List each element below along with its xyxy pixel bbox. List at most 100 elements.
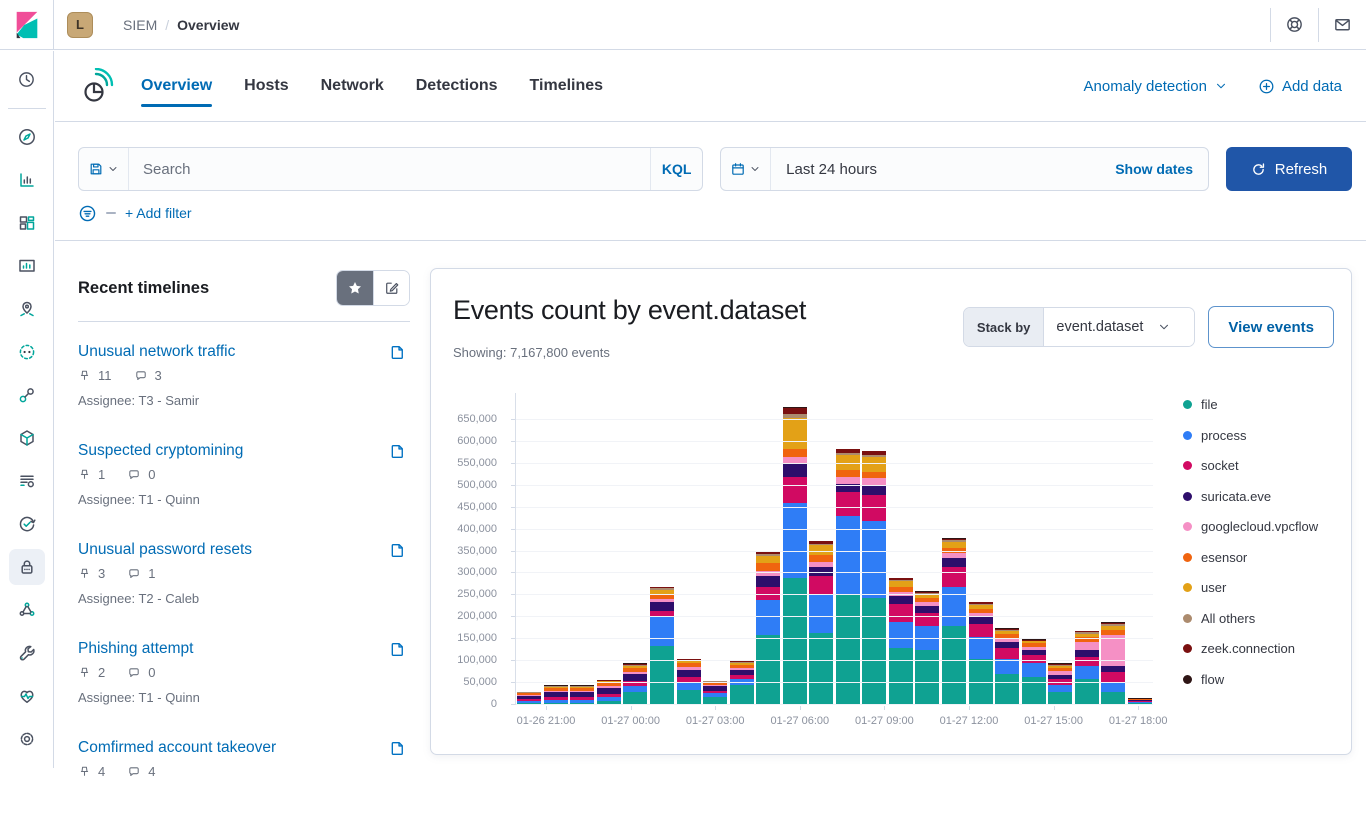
legend-item-file[interactable]: file [1183,397,1318,412]
tab-timelines[interactable]: Timelines [530,51,604,121]
sidebar-item-apm[interactable] [9,592,45,628]
sidebar-item-visualize[interactable] [9,162,45,198]
bar-01-27-19-00[interactable] [1127,393,1154,705]
stack-by-select[interactable]: event.dataset [1044,308,1194,346]
timeline-link[interactable]: Unusual password resets [78,541,252,559]
sidebar-item-dev-tools[interactable] [9,635,45,671]
add-data-button[interactable]: Add data [1258,78,1342,95]
bar-01-27-14-00[interactable] [994,393,1021,705]
legend-item-zeek.connection[interactable]: zeek.connection [1183,641,1318,656]
chart-plot[interactable] [515,393,1153,705]
bar-01-27-15-00[interactable] [1020,393,1047,705]
sidebar-item-discover[interactable] [9,119,45,155]
bar-01-26-22-00[interactable] [569,393,596,705]
date-picker: Last 24 hours Show dates [720,147,1209,191]
filter-icon[interactable] [78,204,97,223]
newsfeed-button[interactable] [1318,8,1366,42]
sidebar-item-canvas[interactable] [9,248,45,284]
bar-01-27-05-00[interactable] [755,393,782,705]
bar-segment-esensor [783,449,807,458]
bar-segment-suricata.eve [862,485,886,495]
sidebar-item-logs[interactable] [9,463,45,499]
legend-item-suricata.eve[interactable]: suricata.eve [1183,489,1318,504]
anomaly-detection-dropdown[interactable]: Anomaly detection [1084,78,1228,95]
bar-01-26-20-00[interactable] [516,393,543,705]
edit-timelines-button[interactable] [373,271,409,305]
bar-01-27-06-00[interactable] [781,393,808,705]
bar-01-27-02-00[interactable] [675,393,702,705]
bar-01-27-07-00[interactable] [808,393,835,705]
bar-01-27-08-00[interactable] [835,393,862,705]
bar-01-27-09-00[interactable] [861,393,888,705]
legend-item-esensor[interactable]: esensor [1183,550,1318,565]
bar-01-27-11-00[interactable] [914,393,941,705]
bar-01-27-12-00[interactable] [941,393,968,705]
axis-tick [511,594,515,595]
bar-01-27-13-00[interactable] [967,393,994,705]
notes-doc-icon[interactable] [389,443,406,460]
nav-divider [8,108,46,109]
bar-01-27-18-00[interactable] [1100,393,1127,705]
sidebar-item-siem[interactable] [9,549,45,585]
timeline-link[interactable]: Comfirmed account takeover [78,739,276,757]
quick-ranges-button[interactable] [721,148,771,190]
tab-overview[interactable]: Overview [141,51,212,121]
sidebar-item-recently-viewed[interactable] [9,61,45,97]
legend-dot [1183,492,1192,501]
bar-01-27-16-00[interactable] [1047,393,1074,705]
bar-01-27-04-00[interactable] [728,393,755,705]
notes-doc-icon[interactable] [389,542,406,559]
sidebar-item-dashboard[interactable] [9,205,45,241]
sidebar-item-uptime[interactable] [9,506,45,542]
sidebar-item-maps[interactable] [9,291,45,327]
timeline-link[interactable]: Unusual network traffic [78,343,235,361]
y-axis-label: 350,000 [431,545,497,557]
tab-hosts[interactable]: Hosts [244,51,288,121]
tab-network[interactable]: Network [321,51,384,121]
timeline-link[interactable]: Phishing attempt [78,640,193,658]
saved-queries-button[interactable] [79,148,129,190]
bar-01-27-00-00[interactable] [622,393,649,705]
kibana-logo[interactable] [0,0,54,49]
add-filter-button[interactable]: + Add filter [125,205,192,221]
bar-01-27-01-00[interactable] [649,393,676,705]
axis-tick [511,660,515,661]
help-button[interactable] [1270,8,1318,42]
refresh-button[interactable]: Refresh [1226,147,1352,191]
view-events-button[interactable]: View events [1208,306,1334,348]
sidebar-item-management[interactable] [9,721,45,757]
gridline [516,551,1153,552]
user-avatar[interactable]: L [67,12,93,38]
legend-item-flow[interactable]: flow [1183,672,1318,687]
bar-segment-process [862,521,886,598]
legend-item-socket[interactable]: socket [1183,458,1318,473]
sidebar-item-stack-monitoring[interactable] [9,678,45,714]
bar-01-26-23-00[interactable] [596,393,623,705]
breadcrumb-section[interactable]: SIEM [123,17,157,33]
bar-01-27-17-00[interactable] [1073,393,1100,705]
axis-tick [1138,706,1139,710]
bar-01-27-03-00[interactable] [702,393,729,705]
legend-item-process[interactable]: process [1183,428,1318,443]
notes-doc-icon[interactable] [389,641,406,658]
legend-item-user[interactable]: user [1183,580,1318,595]
favorites-filter-button[interactable] [337,271,373,305]
notes-doc-icon[interactable] [389,740,406,757]
sidebar-item-graph[interactable] [9,377,45,413]
sidebar-item-machine-learning[interactable] [9,334,45,370]
bar-segment-process [756,600,780,635]
search-input[interactable] [129,161,650,178]
kql-language-button[interactable]: KQL [650,148,702,190]
show-dates-button[interactable]: Show dates [1115,161,1208,177]
notes-doc-icon[interactable] [389,344,406,361]
sidebar-item-metrics[interactable] [9,420,45,456]
timerange-value[interactable]: Last 24 hours [771,161,877,178]
timeline-link[interactable]: Suspected cryptomining [78,442,243,460]
bar-segment-process [995,659,1019,674]
legend-item-googlecloud.vpcflow[interactable]: googlecloud.vpcflow [1183,519,1318,534]
bar-01-26-21-00[interactable] [543,393,570,705]
bar-01-27-10-00[interactable] [888,393,915,705]
legend-label: process [1201,428,1247,443]
tab-detections[interactable]: Detections [416,51,498,121]
legend-item-all-others[interactable]: All others [1183,611,1318,626]
